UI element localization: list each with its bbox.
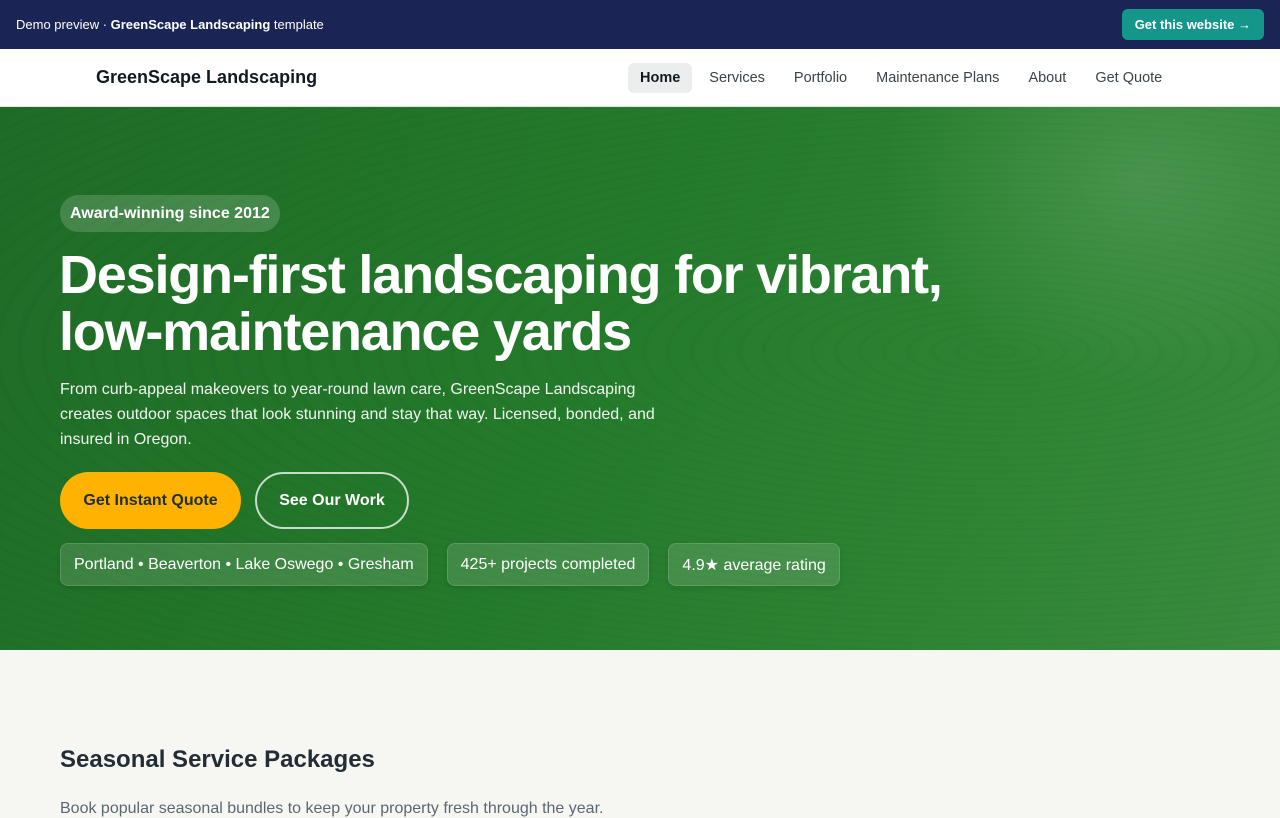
- nav-link-services[interactable]: Services: [697, 63, 777, 93]
- get-instant-quote-button[interactable]: Get Instant Quote: [60, 472, 241, 529]
- packages-section-subtitle: Book popular seasonal bundles to keep yo…: [60, 800, 604, 817]
- stat-service-areas: Portland • Beaverton • Lake Oswego • Gre…: [60, 543, 428, 586]
- stat-average-rating: 4.9★ average rating: [668, 543, 840, 586]
- nav-link-portfolio[interactable]: Portfolio: [782, 63, 859, 93]
- award-badge: Award-winning since 2012: [60, 195, 280, 232]
- demo-preview-bar: Demo preview · GreenScape Landscaping te…: [0, 0, 1280, 49]
- site-navbar: GreenScape Landscaping Home Services Por…: [0, 49, 1280, 107]
- demo-prefix: Demo preview ·: [16, 17, 111, 32]
- packages-section-title: Seasonal Service Packages: [60, 746, 375, 773]
- nav-link-home[interactable]: Home: [628, 63, 693, 93]
- nav-links: Home Services Portfolio Maintenance Plan…: [628, 63, 1176, 93]
- hero-section: Award-winning since 2012 Design-first la…: [0, 107, 1280, 650]
- hero-subtext: From curb-appeal makeovers to year-round…: [60, 381, 655, 448]
- stat-projects-completed: 425+ projects completed: [446, 543, 650, 586]
- nav-link-get-quote[interactable]: Get Quote: [1083, 63, 1174, 93]
- demo-preview-text: Demo preview · GreenScape Landscaping te…: [16, 17, 324, 32]
- hero-stats: Portland • Beaverton • Lake Oswego • Gre…: [60, 543, 840, 586]
- nav-link-maintenance-plans[interactable]: Maintenance Plans: [864, 63, 1011, 93]
- demo-suffix: template: [270, 17, 324, 32]
- see-our-work-button[interactable]: See Our Work: [255, 472, 409, 529]
- brand-logo-text[interactable]: GreenScape Landscaping: [96, 67, 317, 88]
- hero-headline: Design-first landscaping for vibrant, lo…: [59, 245, 943, 362]
- demo-template-name: GreenScape Landscaping: [110, 17, 271, 32]
- get-this-website-button[interactable]: Get this website →: [1121, 9, 1264, 40]
- nav-link-about[interactable]: About: [1016, 63, 1078, 93]
